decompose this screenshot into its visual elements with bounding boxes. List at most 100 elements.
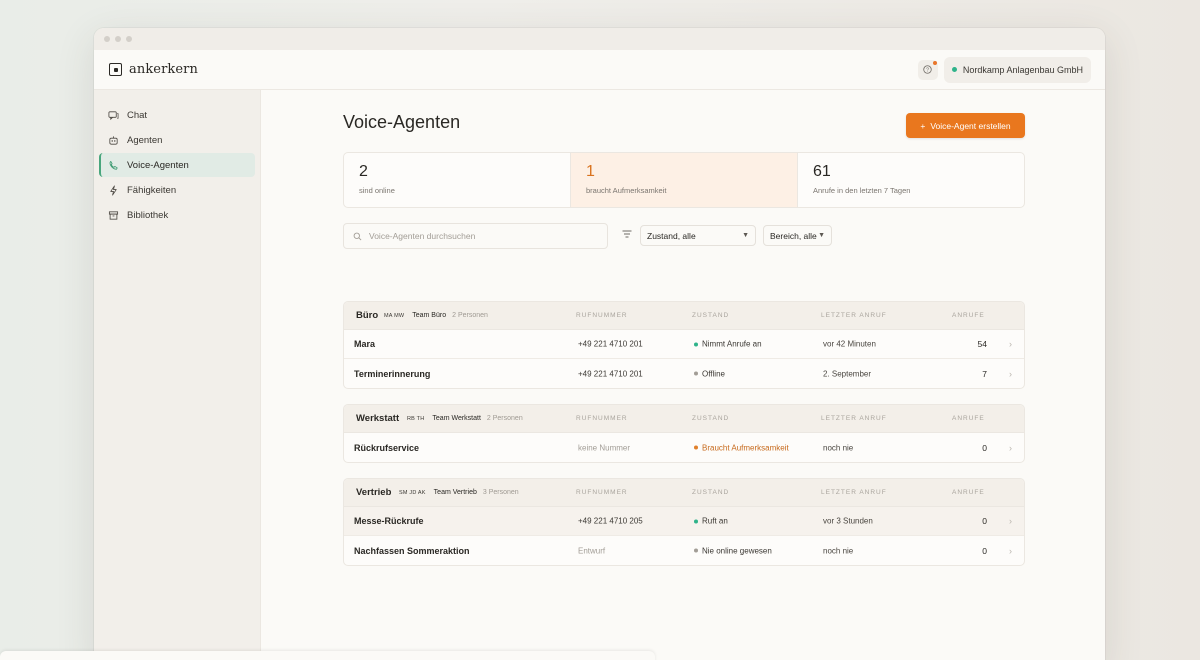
status-dot-icon [694, 548, 698, 553]
last-call: 2. September [823, 369, 872, 378]
agent-group-werkstatt: Werkstatt RB TH Team Werkstatt 2 Persone… [343, 404, 1025, 463]
call-count: 0 [982, 442, 987, 453]
sidebar: Chat Agenten Voice-Agenten Fähigkeiten B… [94, 90, 261, 660]
table-row[interactable]: Messe-Rückrufe +49 221 4710 205 Ruft an … [344, 507, 1024, 536]
stat-label: Anrufe in den letzten 7 Tagen [813, 186, 911, 195]
agent-group-buero: Büro MA MW Team Büro 2 Personen Rufnumme… [343, 301, 1025, 389]
sidebar-item-label: Bibliothek [127, 209, 169, 221]
stat-attention[interactable]: 1 braucht Aufmerksamkeit [571, 153, 798, 207]
org-switcher[interactable]: Nordkamp Anlagenbau GmbH [943, 56, 1091, 83]
member-avatars: MA MW [384, 312, 405, 319]
column-header-calls: Anrufe [952, 312, 985, 319]
group-name: Büro [356, 310, 379, 321]
stat-label: braucht Aufmerksamkeit [586, 186, 667, 195]
sidebar-item-label: Agenten [127, 134, 163, 146]
chat-icon [108, 110, 119, 120]
chevron-right-icon: › [1009, 516, 1012, 526]
column-header-state: Zustand [692, 415, 730, 422]
phone-number: Entwurf [578, 546, 606, 555]
stat-value: 2 [359, 163, 368, 180]
stats-panel: 2 sind online 1 braucht Aufmerksamkeit 6… [343, 152, 1025, 208]
search-input[interactable] [369, 231, 589, 241]
sidebar-item-voice-agenten[interactable]: Voice-Agenten [99, 153, 255, 177]
stat-value: 61 [813, 163, 831, 180]
chevron-right-icon: › [1009, 442, 1012, 453]
phone-number: +49 221 4710 205 [578, 516, 643, 526]
archive-icon [108, 210, 119, 220]
call-count: 7 [982, 368, 987, 379]
group-header: Vertrieb SM JD AK Team Vertrieb 3 Person… [344, 479, 1024, 507]
call-count: 54 [977, 339, 987, 349]
sidebar-item-label: Chat [127, 109, 148, 121]
search-field[interactable] [343, 223, 608, 249]
agent-group-vertrieb: Vertrieb SM JD AK Team Vertrieb 3 Person… [343, 478, 1025, 566]
robot-icon [109, 135, 118, 145]
agent-state: Nimmt Anrufe an [694, 340, 762, 349]
stat-label: sind online [359, 186, 395, 195]
last-call: noch nie [823, 546, 854, 555]
agent-name: Terminerinnerung [354, 368, 431, 379]
team-name: Team Büro [412, 312, 447, 319]
state-label: Offline [702, 369, 725, 378]
last-call: vor 42 Minuten [823, 339, 876, 349]
person-count: 3 Personen [482, 489, 519, 496]
window-titlebar [94, 28, 1105, 50]
table-row[interactable]: Terminerinnerung +49 221 4710 201 Offlin… [344, 359, 1024, 388]
call-count: 0 [982, 516, 987, 526]
select-value: Bereich, alle [770, 230, 817, 241]
state-filter-select[interactable]: Zustand, alle ▼ [640, 225, 756, 246]
last-call: noch nie [823, 443, 854, 452]
sidebar-item-faehigkeiten[interactable]: Fähigkeiten [99, 178, 255, 202]
bolt-icon [110, 185, 117, 195]
search-icon [353, 232, 362, 240]
phone-number: keine Nummer [578, 443, 631, 452]
app-header: ankerkern ? Nordkamp Anlagenbau GmbH [94, 50, 1105, 90]
team-name: Team Vertrieb [433, 489, 477, 496]
area-filter-select[interactable]: Bereich, alle ▼ [763, 225, 832, 246]
help-button[interactable]: ? [917, 59, 938, 80]
phone-number: +49 221 4710 201 [578, 369, 643, 378]
state-label: Ruft an [702, 516, 728, 526]
chevron-down-icon: ▼ [818, 232, 825, 239]
agent-state: Offline [694, 369, 725, 378]
column-header-number: Rufnummer [576, 415, 628, 422]
sidebar-item-chat[interactable]: Chat [99, 103, 255, 127]
brand-name: ankerkern [129, 62, 198, 77]
column-header-calls: Anrufe [952, 489, 985, 496]
person-count: 2 Personen [452, 312, 488, 319]
person-count: 2 Personen [486, 415, 523, 422]
last-call: vor 3 Stunden [823, 516, 873, 526]
agent-state: Nie online gewesen [694, 546, 772, 555]
chevron-right-icon: › [1009, 545, 1012, 556]
page-title: Voice-Agenten [343, 112, 461, 132]
member-avatars: RB TH [407, 415, 425, 422]
group-header: Werkstatt RB TH Team Werkstatt 2 Persone… [344, 405, 1024, 433]
status-dot-icon [694, 371, 698, 376]
column-header-state: Zustand [692, 489, 730, 496]
sidebar-item-agenten[interactable]: Agenten [99, 128, 255, 152]
table-row[interactable]: Rückrufservice keine Nummer Braucht Aufm… [344, 433, 1024, 462]
org-status-dot-icon [951, 67, 957, 72]
stat-value: 1 [586, 163, 595, 180]
group-name: Vertrieb [356, 487, 392, 498]
group-header: Büro MA MW Team Büro 2 Personen Rufnumme… [344, 302, 1024, 330]
brand-logo[interactable]: ankerkern [109, 62, 198, 77]
bottom-panel-edge [0, 651, 655, 660]
stat-online: 2 sind online [344, 153, 571, 207]
select-value: Zustand, alle [647, 230, 696, 241]
table-row[interactable]: Nachfassen Sommeraktion Entwurf Nie onli… [344, 536, 1024, 565]
create-voice-agent-button[interactable]: + Voice-Agent erstellen [906, 113, 1025, 138]
logo-icon [109, 63, 122, 76]
phone-icon [109, 160, 118, 170]
window-dot-icon [104, 36, 110, 42]
agent-name: Messe-Rückrufe [354, 516, 424, 526]
filter-icon[interactable] [622, 230, 632, 238]
notification-dot-icon [932, 60, 937, 65]
table-row[interactable]: Mara +49 221 4710 201 Nimmt Anrufe an vo… [344, 330, 1024, 359]
sidebar-item-bibliothek[interactable]: Bibliothek [99, 203, 255, 227]
column-header-last-call: Letzter Anruf [821, 489, 887, 496]
group-name: Werkstatt [356, 413, 400, 424]
create-button-label: Voice-Agent erstellen [930, 120, 1011, 131]
column-header-state: Zustand [692, 312, 730, 319]
member-avatars: SM JD AK [399, 489, 426, 496]
